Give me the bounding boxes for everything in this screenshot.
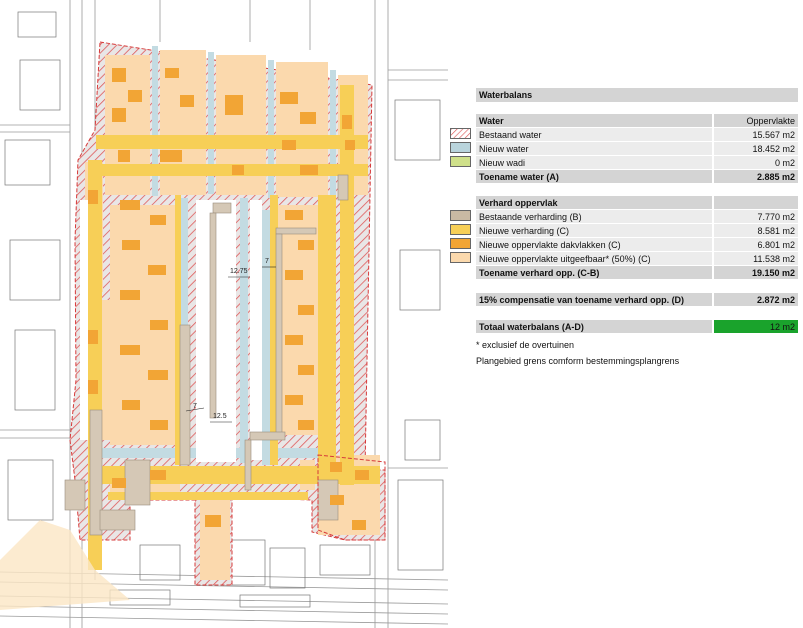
area-column-header: Oppervlakte [714,114,798,127]
compensation-row: 15% compensatie van toename verhard opp.… [476,293,798,307]
dimension-label-2: 7 [265,258,269,265]
legend-row: Nieuw water 18.452 m2 [450,142,798,156]
water-total-row: Toename water (A) 2.885 m2 [476,170,798,184]
footnote: * exclusief de overtuinen [476,340,575,350]
legend-value: 11.538 m2 [714,252,798,265]
legend-value: 8.581 m2 [714,224,798,237]
legend-value: 15.567 m2 [714,128,798,141]
color-swatch [450,210,471,221]
legend-row: Nieuwe oppervlakte dakvlakken (C) 6.801 … [450,238,798,252]
verhard-header-row: Verhard oppervlak [476,196,798,210]
dimension-label-1: 12.75 [230,268,248,275]
grand-total-row: Totaal waterbalans (A-D) 12 m2 [476,320,798,334]
legend-title: Waterbalans [476,88,798,102]
legend-label: Bestaande verharding (B) [476,210,712,223]
hatch-swatch [450,128,471,139]
legend-row: Bestaand water 15.567 m2 [450,128,798,142]
verhard-total-label: Toename verhard opp. (C-B) [476,266,712,279]
legend-label: Nieuwe verharding (C) [476,224,712,237]
water-total-label: Toename water (A) [476,170,712,183]
verhard-header-blank [714,196,798,209]
verhard-total-value: 19.150 m2 [714,266,798,279]
water-total-value: 2.885 m2 [714,170,798,183]
color-swatch [450,252,471,263]
dimension-label-3: 7 [193,403,197,410]
legend-value: 6.801 m2 [714,238,798,251]
legend-label: Nieuw wadi [476,156,712,169]
legend-label: Nieuwe oppervlakte dakvlakken (C) [476,238,712,251]
water-balance-legend: Waterbalans Water Oppervlakte Bestaand w… [448,0,803,628]
color-swatch [450,142,471,153]
color-swatch [450,238,471,249]
legend-label: Bestaand water [476,128,712,141]
legend-row: Nieuwe verharding (C) 8.581 m2 [450,224,798,238]
legend-value: 0 m2 [714,156,798,169]
color-swatch [450,224,471,235]
boundary-note: Plangebied grens comform bestemmingsplan… [476,356,680,366]
verhard-total-row: Toename verhard opp. (C-B) 19.150 m2 [476,266,798,280]
color-swatch [450,156,471,167]
legend-label: Nieuw water [476,142,712,155]
grand-total-value: 12 m2 [714,320,798,333]
legend-row: Nieuwe oppervlakte uitgeefbaar* (50%) (C… [450,252,798,266]
compensation-label: 15% compensatie van toename verhard opp.… [476,293,712,306]
compensation-value: 2.872 m2 [714,293,798,306]
grand-total-label: Totaal waterbalans (A-D) [476,320,712,333]
water-header-row: Water Oppervlakte [476,114,798,128]
dimension-label-4: 12.5 [213,413,227,420]
verhard-header: Verhard oppervlak [476,196,712,209]
legend-row: Bestaande verharding (B) 7.770 m2 [450,210,798,224]
water-header: Water [476,114,712,127]
legend-row: Nieuw wadi 0 m2 [450,156,798,170]
site-plan-map: 12.75 7 7 12.5 [0,0,448,628]
legend-value: 7.770 m2 [714,210,798,223]
legend-label: Nieuwe oppervlakte uitgeefbaar* (50%) (C… [476,252,712,265]
legend-value: 18.452 m2 [714,142,798,155]
